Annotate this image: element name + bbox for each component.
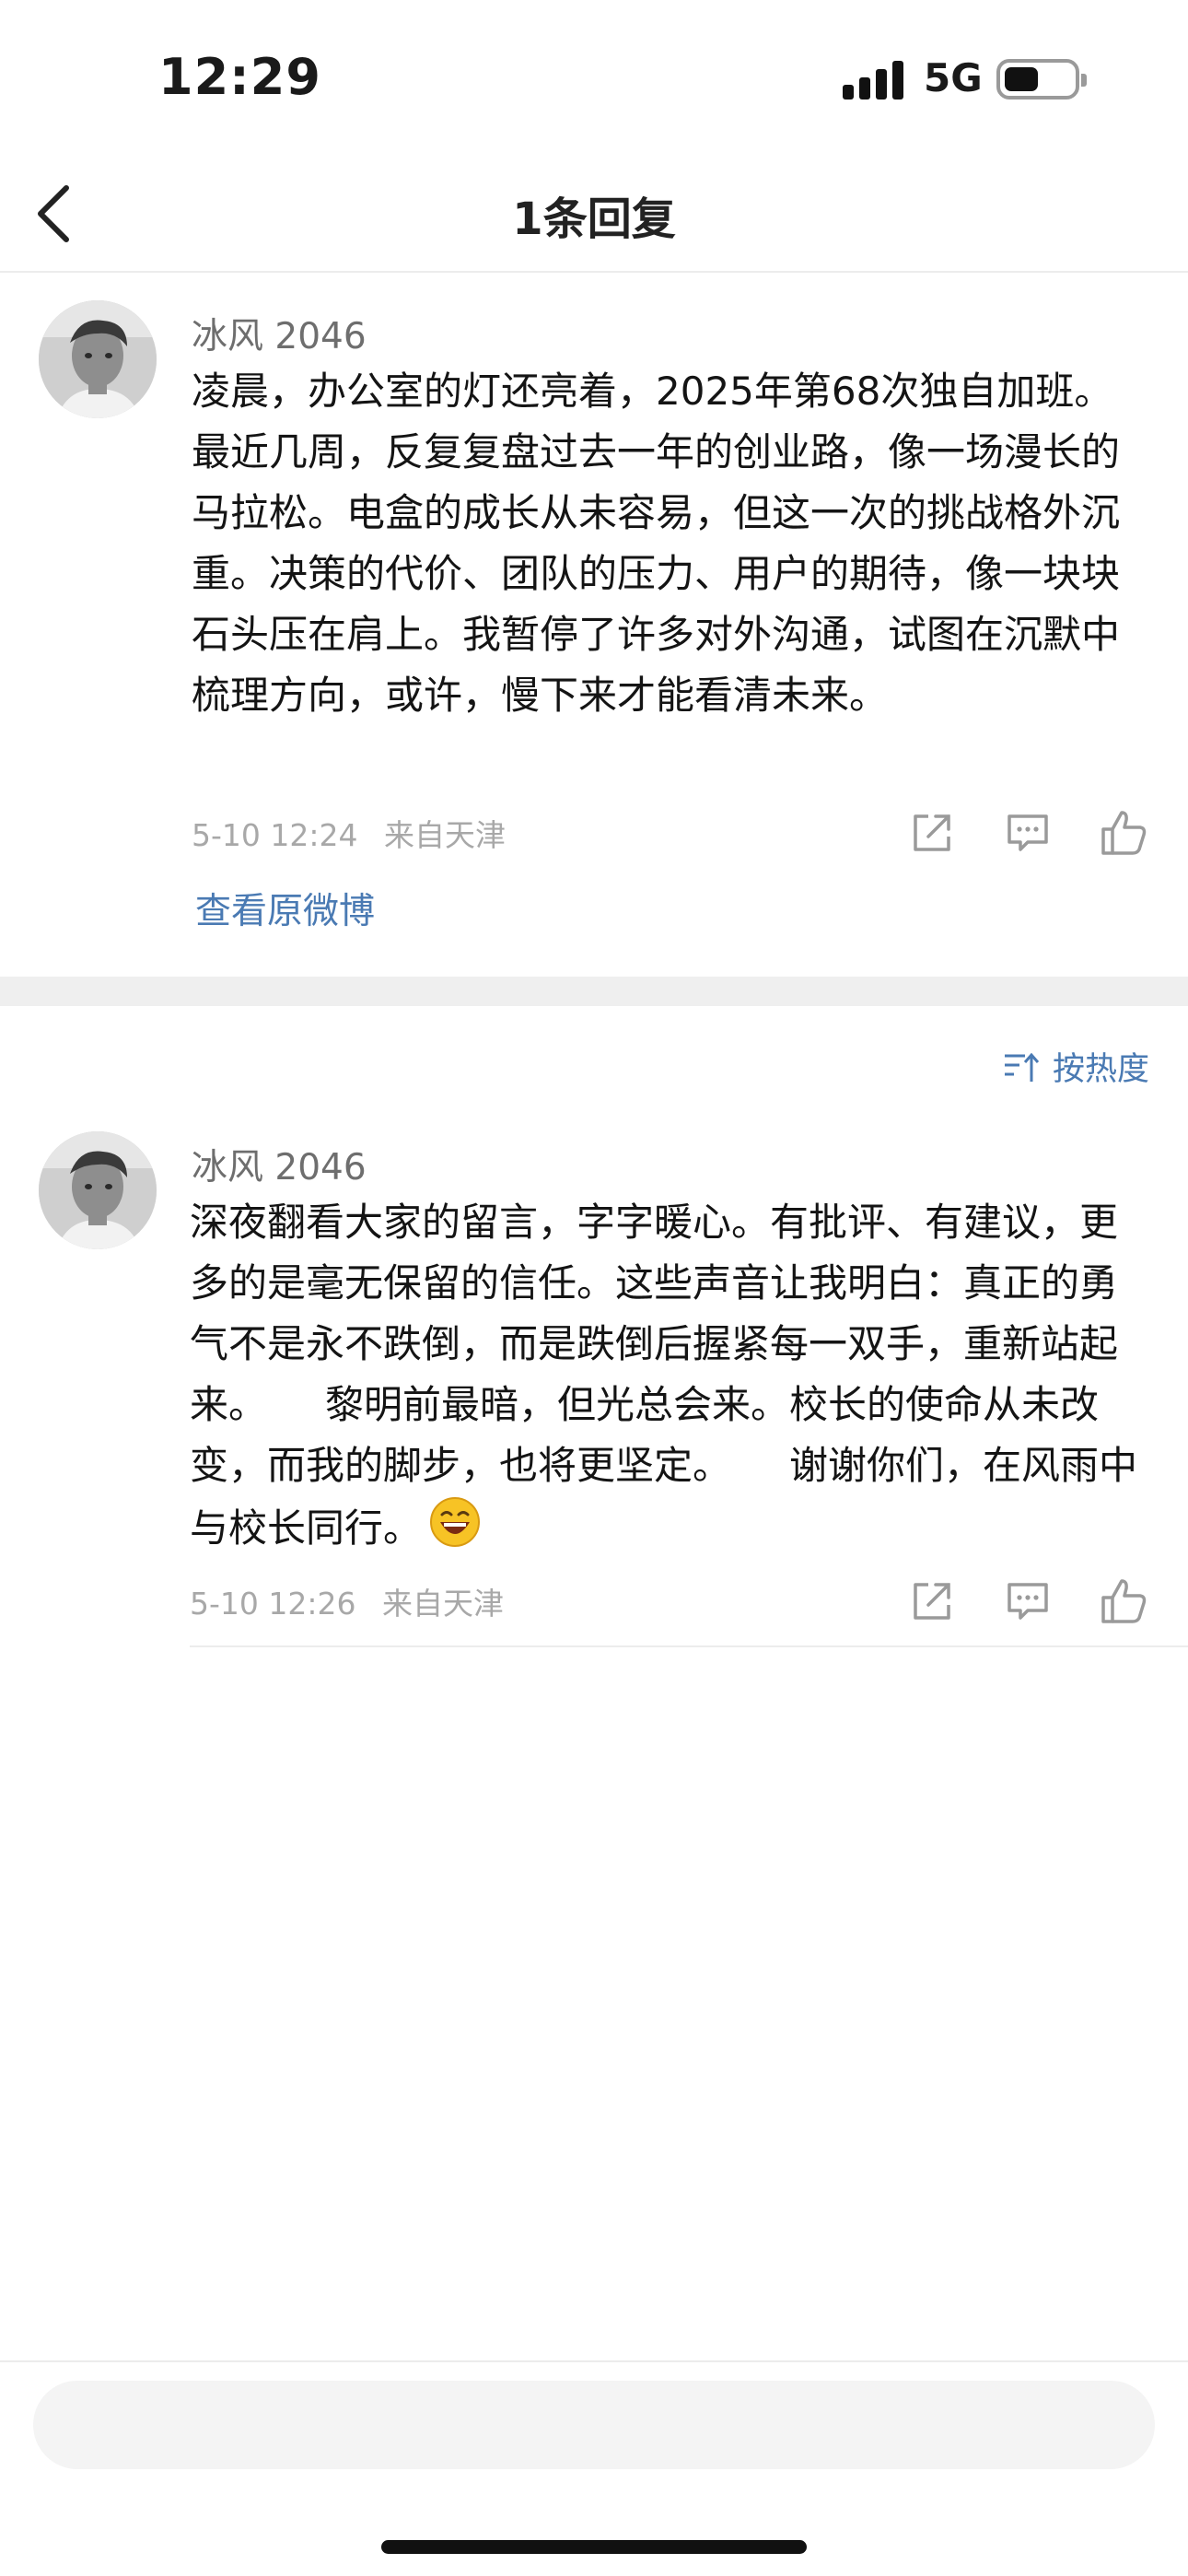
sort-icon (1004, 1052, 1040, 1082)
sort-by-hot-button[interactable]: 按热度 (1003, 1043, 1149, 1090)
reply-location: 来自天津 (382, 1586, 504, 1622)
page-title: 1条回复 (512, 193, 676, 245)
reply-username[interactable]: 冰风 2046 (192, 1139, 367, 1190)
comment-input[interactable] (33, 2381, 1155, 2469)
navigation-bar: 1条回复 (0, 157, 1188, 273)
share-icon (914, 814, 950, 851)
reply-text: 深夜翻看大家的留言，字字暖心。有批评、有建议，更多的是毫无保留的信任。这些声音让… (190, 1200, 1138, 1551)
post-text: 凌晨，办公室的灯还亮着，2025年第68次独自加班。 最近几周，反复复盘过去一年… (192, 369, 1121, 718)
status-bar: 12:29 5G (0, 0, 1188, 157)
comment-icon (1007, 814, 1048, 851)
battery-icon (996, 59, 1087, 100)
share-icon (914, 1583, 950, 1620)
comment-button[interactable] (1000, 805, 1055, 861)
share-button[interactable] (904, 805, 960, 861)
reply-share-button[interactable] (904, 1574, 960, 1629)
network-label: 5G (924, 55, 983, 100)
reply-like-button[interactable] (1096, 1574, 1151, 1629)
home-indicator (381, 2540, 807, 2554)
view-original-link[interactable]: 查看原微博 (195, 883, 375, 934)
sort-label: 按热度 (1052, 1051, 1149, 1088)
bottom-bar-divider (0, 2360, 1188, 2362)
post-date: 5-10 12:24 (192, 817, 358, 853)
reply-meta: 5-10 12:26 来自天津 (190, 1579, 504, 1623)
post-meta: 5-10 12:24 来自天津 (192, 811, 506, 855)
grinning-face-emoji (429, 1496, 481, 1565)
signal-icon (843, 61, 903, 100)
post-username[interactable]: 冰风 2046 (192, 308, 367, 359)
original-post: 冰风 2046 凌晨，办公室的灯还亮着，2025年第68次独自加班。 最近几周，… (0, 271, 1188, 977)
comment-icon (1007, 1583, 1048, 1620)
reply-item: 冰风 2046 深夜翻看大家的留言，字字暖心。有批评、有建议，更多的是毫无保留的… (0, 1106, 1188, 1649)
thumbs-up-icon (1101, 811, 1147, 855)
avatar[interactable] (39, 1131, 157, 1249)
post-location: 来自天津 (384, 817, 506, 853)
avatar[interactable] (39, 300, 157, 418)
reply-divider (190, 1645, 1188, 1647)
reply-date: 5-10 12:26 (190, 1586, 356, 1622)
reply-comment-button[interactable] (1000, 1574, 1055, 1629)
status-time: 12:29 (158, 48, 321, 106)
reply-text-block: 深夜翻看大家的留言，字字暖心。有批评、有建议，更多的是毫无保留的信任。这些声音让… (190, 1192, 1147, 1565)
section-divider (0, 977, 1188, 1006)
thumbs-up-icon (1101, 1579, 1147, 1623)
like-button[interactable] (1096, 805, 1151, 861)
